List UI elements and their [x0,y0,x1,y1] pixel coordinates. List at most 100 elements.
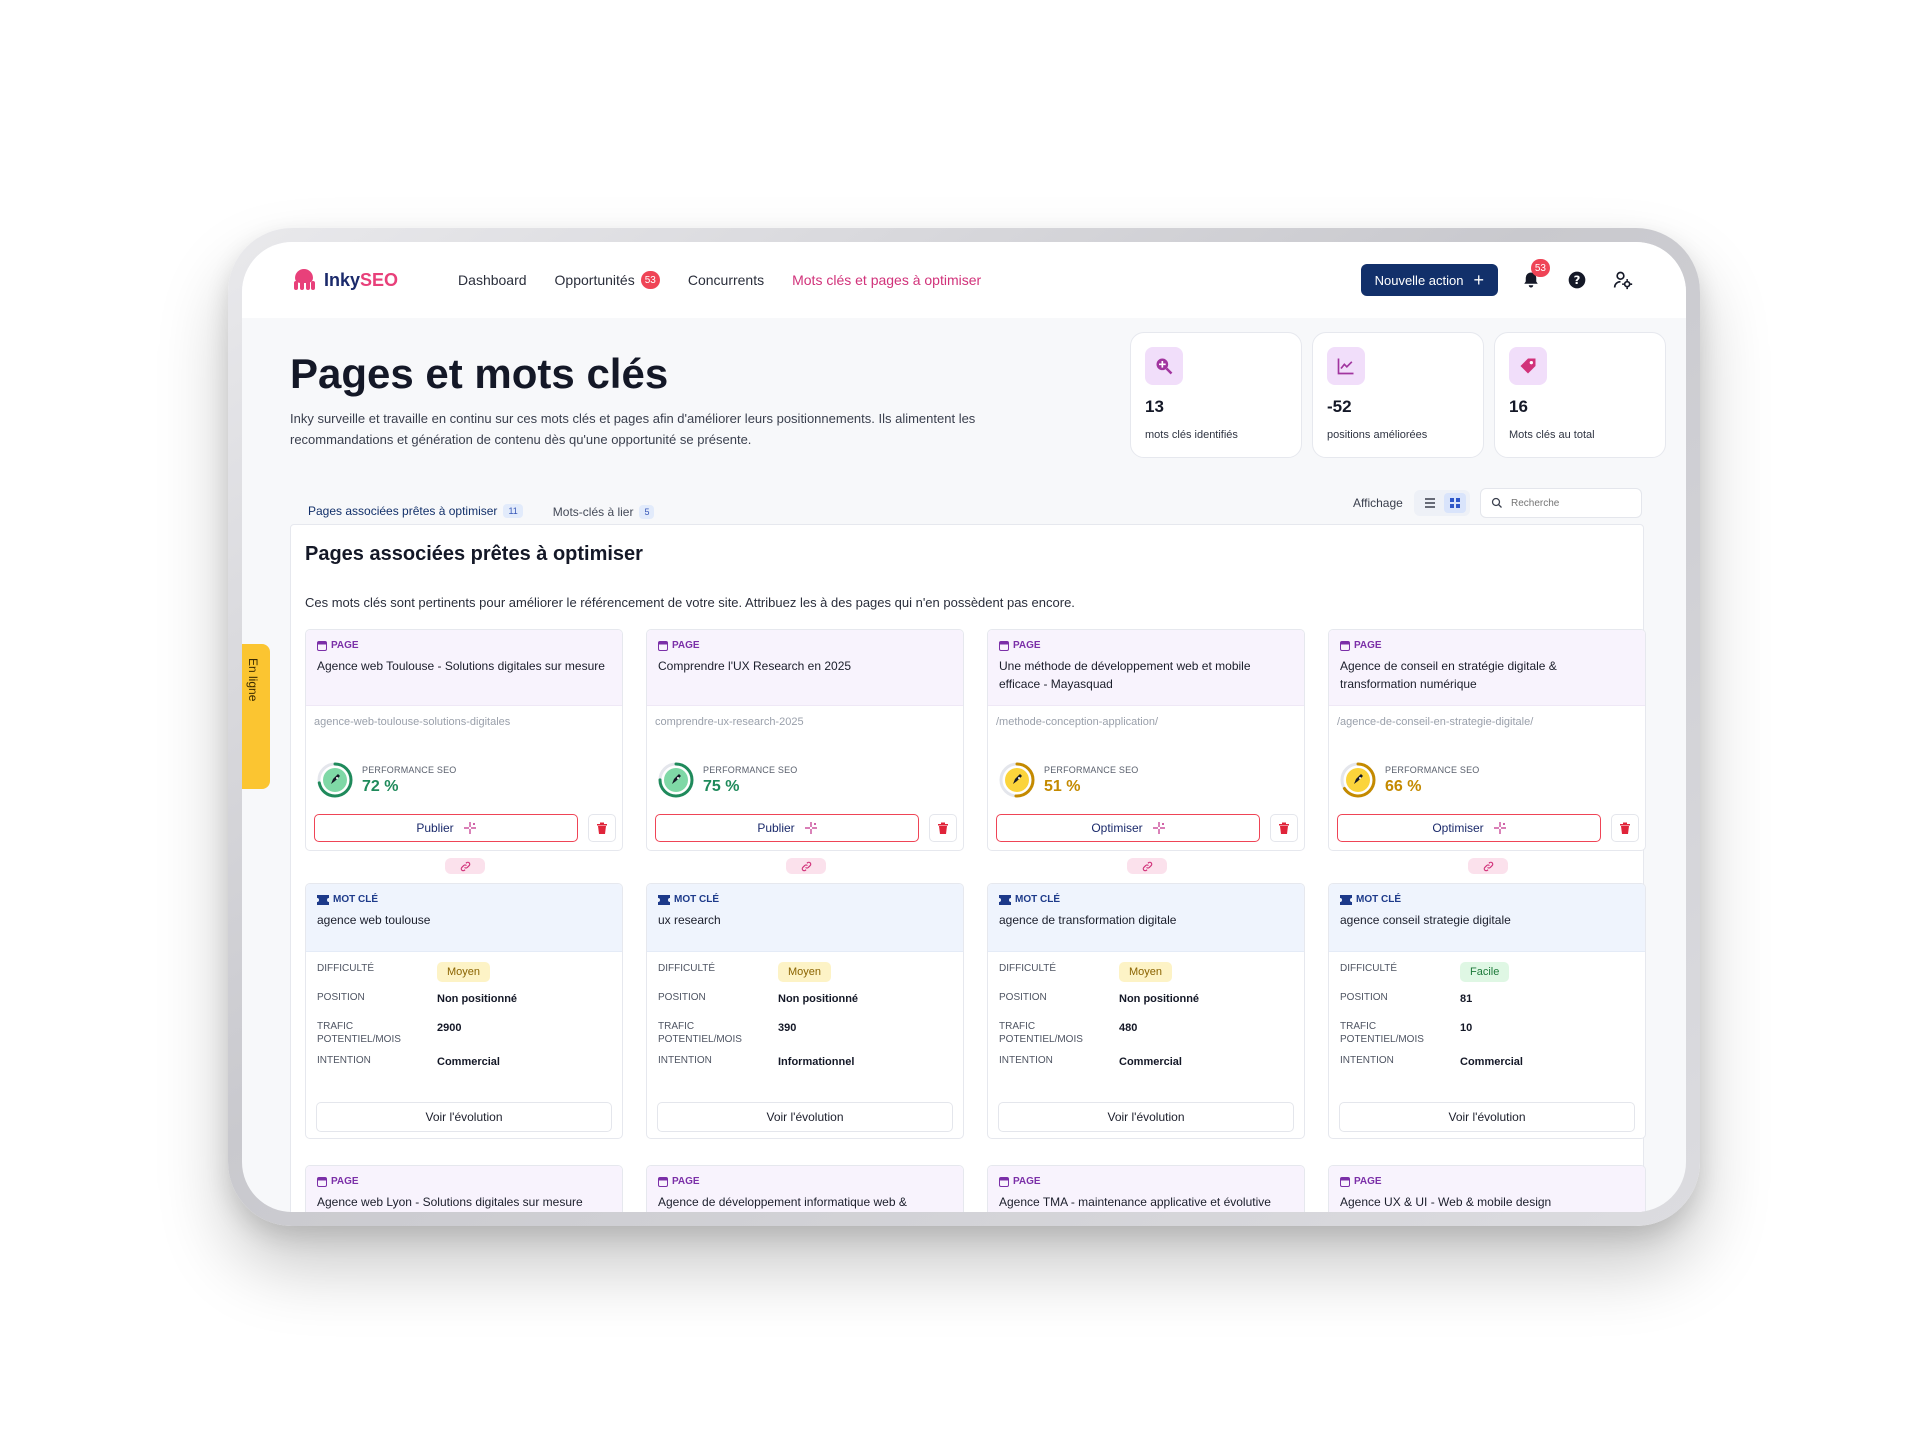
sparkle-icon [1152,822,1165,834]
page-title-text: Comprendre l'UX Research en 2025 [658,659,852,673]
page-card[interactable]: Page Une méthode de développement web et… [987,629,1305,851]
page-card[interactable]: Page Agence de développement informatiqu… [646,1165,964,1212]
view-evolution-button[interactable]: Voir l'évolution [316,1102,612,1132]
nav-link-keywords-pages[interactable]: Mots clés et pages à optimiser [792,272,981,288]
delete-button[interactable] [1611,814,1639,842]
page-action-button[interactable]: Optimiser [1337,814,1601,842]
link-icon [1142,861,1152,871]
page-type-badge: Page [658,1176,952,1187]
delete-button[interactable] [588,814,616,842]
page-keyword-column: Page Comprendre l'UX Research en 2025 co… [646,525,964,1212]
page-icon [1340,1176,1350,1187]
perf-value: 66 % [1385,777,1422,795]
ticket-icon [1340,894,1352,905]
traffic-row: Trafic potentiel/mois 480 [999,1021,1138,1045]
difficulty-row: Difficulté Facile [1340,962,1634,991]
intent-row: Intention Commercial [1340,1055,1523,1068]
search-icon [1491,497,1502,508]
stat-value: 16 [1509,397,1528,416]
list-view-button[interactable] [1419,493,1441,513]
page-title-text: Agence UX & UI - Web & mobile design [1340,1195,1552,1209]
page-type-badge: Page [658,640,952,651]
page-icon [317,1176,327,1187]
new-action-button[interactable]: Nouvelle action + [1360,264,1498,296]
page-action-button[interactable]: Publier [655,814,919,842]
intent-row: Intention Commercial [317,1055,500,1068]
top-nav: InkySEO Dashboard Opportunités 53 Concurr… [242,242,1686,318]
stat-value: 13 [1145,397,1164,416]
octopus-icon [292,269,316,291]
page-keyword-column: Page Une méthode de développement web et… [987,525,1305,1212]
perf-label: PERFORMANCE SEO [703,764,798,775]
search-box [1480,488,1642,518]
page-title-text: Agence web Lyon - Solutions digitales su… [317,1195,583,1209]
page-card[interactable]: Page Agence TMA - maintenance applicativ… [987,1165,1305,1212]
user-settings-button[interactable] [1610,267,1636,293]
keyword-card[interactable]: Mot clé agence web toulouse Difficulté M… [305,883,623,1139]
stat-label: positions améliorées [1327,429,1428,441]
performance-gauge [317,762,353,798]
nav-link-opportunites[interactable]: Opportunités 53 [555,271,660,289]
grid-view-button[interactable] [1443,493,1466,513]
page-icon [317,640,327,651]
help-button[interactable]: ? [1564,267,1590,293]
keyword-card[interactable]: Mot clé agence conseil strategie digital… [1328,883,1646,1139]
position-value: Non positionné [778,993,859,1005]
svg-text:?: ? [1574,273,1581,287]
keyword-type-badge: Mot clé [1340,894,1634,905]
delete-button[interactable] [929,814,957,842]
notifications-badge: 53 [1530,259,1550,277]
link-indicator[interactable] [1127,858,1167,874]
view-evolution-button[interactable]: Voir l'évolution [1339,1102,1635,1132]
link-indicator[interactable] [786,858,826,874]
sparkle-icon [1493,822,1506,834]
stat-card-positions-improved: -52 positions améliorées [1312,332,1484,458]
page-type-badge: Page [317,1176,611,1187]
online-side-tab[interactable]: En ligne [242,644,270,789]
view-evolution-button[interactable]: Voir l'évolution [998,1102,1294,1132]
page-card[interactable]: Page Agence web Toulouse - Solutions dig… [305,629,623,851]
keyword-card[interactable]: Mot clé ux research Difficulté Moyen Pos… [646,883,964,1139]
ticket-icon [317,894,329,905]
search-input[interactable] [1511,497,1621,509]
difficulty-row: Difficulté Moyen [999,962,1293,991]
link-indicator[interactable] [1468,858,1508,874]
page-keyword-column: Page Agence web Toulouse - Solutions dig… [305,525,623,1212]
notifications-button[interactable]: 53 [1518,259,1550,293]
delete-button[interactable] [1270,814,1298,842]
performance-gauge [658,762,694,798]
page-type-badge: Page [999,640,1293,651]
tab-count: 5 [639,505,655,519]
nav-link-concurrents[interactable]: Concurrents [688,272,764,288]
traffic-row: Trafic potentiel/mois 390 [658,1021,797,1045]
app-screen: InkySEO Dashboard Opportunités 53 Concurr… [242,242,1686,1212]
logo[interactable]: InkySEO [292,269,398,291]
trash-icon [597,822,607,834]
action-label: Publier [757,821,795,835]
nav-links: Dashboard Opportunités 53 Concurrents Mot… [458,271,1361,289]
traffic-row: Trafic potentiel/mois 2900 [317,1021,462,1045]
page-card[interactable]: Page Agence de conseil en stratégie digi… [1328,629,1646,851]
trash-icon [1620,822,1630,834]
keyword-card[interactable]: Mot clé agence de transformation digital… [987,883,1305,1139]
link-icon [460,861,470,871]
nav-link-dashboard[interactable]: Dashboard [458,272,527,288]
page-description: Inky surveille et travaille en continu s… [290,411,976,447]
page-action-button[interactable]: Publier [314,814,578,842]
traffic-value: 480 [1119,1022,1138,1034]
pages-panel: Pages associées prêtes à optimiser Ces m… [290,524,1646,1212]
page-card[interactable]: Page Comprendre l'UX Research en 2025 co… [646,629,964,851]
perf-label: PERFORMANCE SEO [1044,764,1139,775]
perf-label: PERFORMANCE SEO [362,764,457,775]
logo-text: InkySEO [324,269,399,290]
view-evolution-button[interactable]: Voir l'évolution [657,1102,953,1132]
page-card[interactable]: Page Agence web Lyon - Solutions digital… [305,1165,623,1212]
intent-row: Intention Commercial [999,1055,1182,1068]
page-type-badge: Page [999,1176,1293,1187]
plus-icon: + [1473,270,1484,290]
link-indicator[interactable] [445,858,485,874]
page-card[interactable]: Page Agence UX & UI - Web & mobile desig… [1328,1165,1646,1212]
page-type-badge: Page [1340,1176,1634,1187]
page-action-button[interactable]: Optimiser [996,814,1260,842]
page-title: Pages et mots clés [290,350,669,397]
